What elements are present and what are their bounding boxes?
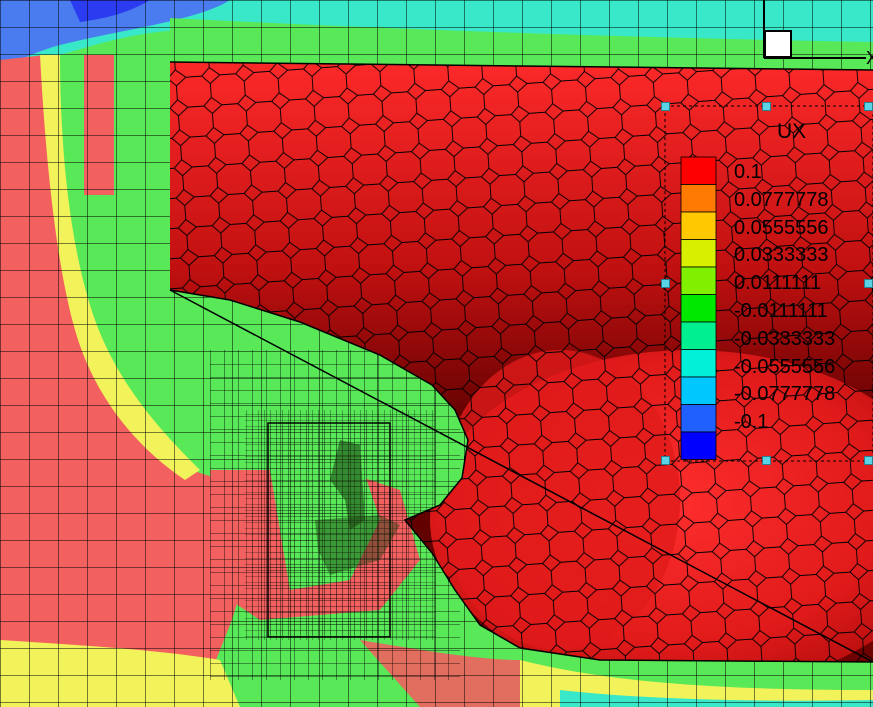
legend-level-label: -0.0555556: [734, 355, 836, 378]
legend-handle-br[interactable]: [864, 456, 873, 465]
legend-title: UX: [777, 120, 807, 143]
legend-swatch: [680, 211, 717, 240]
legend-swatch: [680, 321, 717, 350]
legend-swatch: [680, 294, 717, 323]
axis-triad-box: [764, 30, 792, 58]
legend-swatch: [680, 431, 717, 460]
legend-swatch: [680, 156, 717, 185]
legend-level-label: -0.0777778: [734, 383, 836, 406]
legend-level-label: 0.0777778: [734, 188, 829, 211]
legend-swatch: [680, 404, 717, 433]
axis-x-label: X: [866, 48, 873, 68]
legend-handle-ml[interactable]: [661, 279, 670, 288]
cfd-viewport[interactable]: X UX 0.1 0.0777778 0.0555556 0.0333333 0.011…: [0, 0, 873, 707]
legend-handle-tr[interactable]: [864, 102, 873, 111]
legend-handle-mr[interactable]: [864, 279, 873, 288]
legend-handle-bm[interactable]: [762, 456, 771, 465]
legend-level-label: -0.1: [734, 411, 769, 434]
legend-swatch: [680, 184, 717, 213]
legend-level-label: 0.0333333: [734, 244, 829, 267]
legend-handle-bl[interactable]: [661, 456, 670, 465]
contour-plot: [0, 0, 873, 707]
legend-level-label: 0.0111111: [734, 272, 822, 295]
legend-swatch: [680, 349, 717, 378]
legend-colorbar: [680, 156, 717, 460]
legend-swatch: [680, 266, 717, 295]
legend-swatch: [680, 239, 717, 268]
legend-handle-tl[interactable]: [661, 102, 670, 111]
legend-level-label: -0.0111111: [734, 300, 828, 322]
legend-swatch: [680, 376, 717, 405]
legend-level-label: 0.0555556: [734, 216, 829, 239]
legend-handle-tm[interactable]: [762, 102, 771, 111]
legend-level-label: -0.0333333: [734, 327, 836, 350]
legend-level-label: 0.1: [734, 161, 762, 183]
